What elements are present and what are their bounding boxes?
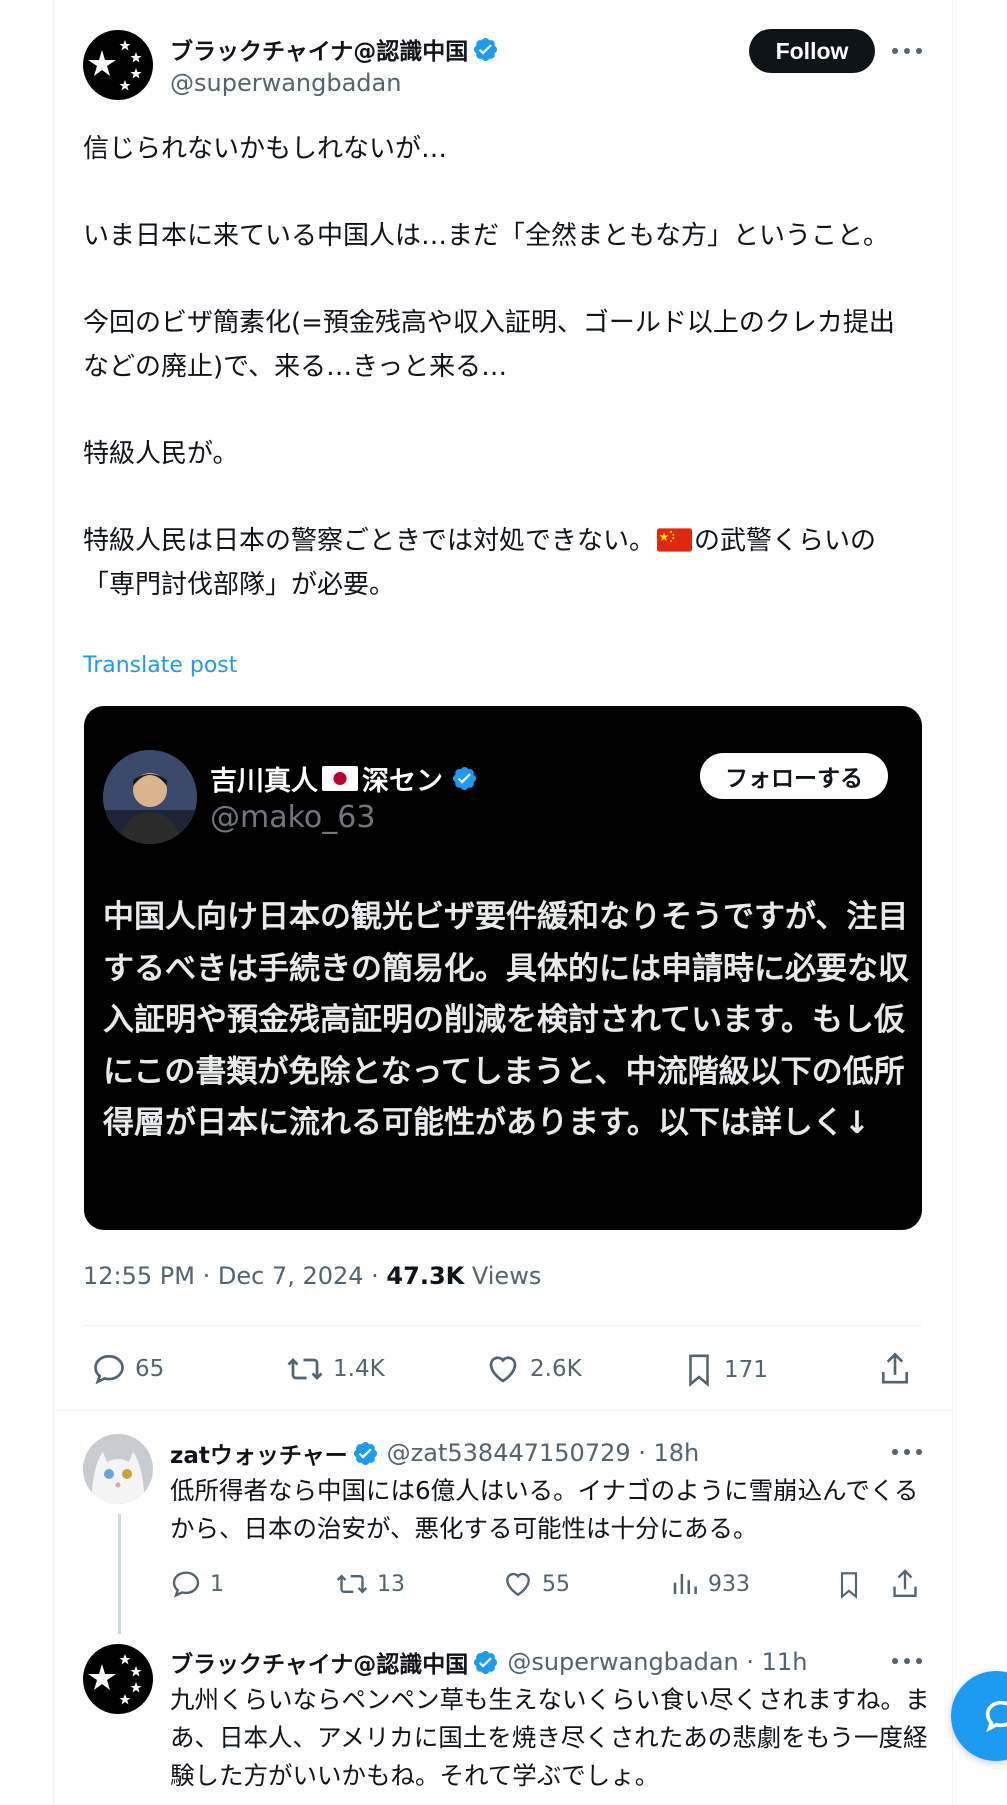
divider (83, 1325, 922, 1326)
bookmark-icon (689, 1354, 709, 1387)
views-icon (673, 1574, 697, 1594)
views-label: Views (464, 1262, 542, 1290)
reply-button[interactable]: 65 (91, 1351, 164, 1387)
author-name[interactable]: ブラックチャイナ@認識中国 (170, 32, 468, 66)
like-count: 55 (542, 1571, 570, 1597)
author-handle[interactable]: @superwangbadan (170, 69, 401, 97)
bookmark-button[interactable]: 171 (682, 1351, 768, 1389)
like-count: 2.6K (530, 1356, 582, 1382)
china-star-avatar-icon (88, 40, 142, 91)
embedded-name-part: 深セン (362, 766, 443, 797)
bookmark-button[interactable] (835, 1568, 863, 1602)
repost-button[interactable]: 13 (335, 1568, 405, 1600)
views-button[interactable]: 933 (670, 1568, 750, 1600)
views-count: 933 (708, 1571, 750, 1597)
reply-name-row[interactable]: zatウォッチャー @zat538447150729 · 18h (170, 1436, 699, 1470)
like-icon (489, 1356, 517, 1383)
compose-button[interactable] (951, 1671, 1007, 1761)
embedded-name-part: 吉川真人 (210, 766, 318, 797)
verified-badge-icon (353, 1441, 377, 1465)
repost-count: 13 (377, 1571, 405, 1597)
japan-flag-icon (322, 766, 358, 791)
post-paragraph: 特級人民は日本の警察ごときでは対処できない。 の武警くらいの「専門討伐部隊」が必要… (83, 519, 913, 607)
reply-button[interactable]: 1 (170, 1568, 224, 1600)
follow-button[interactable]: Follow (749, 29, 875, 73)
repost-icon (287, 1358, 323, 1380)
reply-name-row[interactable]: ブラックチャイナ@認識中国 @superwangbadan · 11h (170, 1645, 807, 1679)
china-flag-icon (657, 528, 693, 552)
repost-count: 1.4K (333, 1356, 385, 1382)
cat-photo-icon (83, 1434, 153, 1504)
reply-handle-time[interactable]: @zat538447150729 · 18h (387, 1439, 700, 1467)
post-text-segment: 特級人民は日本の警察ごときでは対処できない。 (83, 526, 656, 556)
post-timestamp: 12:55 PM · Dec 7, 2024 · 47.3K Views (83, 1262, 541, 1290)
reply-count: 65 (135, 1356, 165, 1382)
like-icon (506, 1572, 530, 1597)
divider (54, 1410, 951, 1411)
person-photo-icon (103, 750, 197, 844)
share-button[interactable] (889, 1567, 921, 1601)
verified-badge-icon (452, 766, 477, 791)
timestamp-text[interactable]: 12:55 PM · Dec 7, 2024 · (83, 1262, 386, 1290)
post-paragraph: 信じられないかもしれないが… (83, 134, 448, 164)
embedded-author-avatar[interactable] (103, 750, 197, 844)
author-avatar[interactable] (83, 30, 153, 100)
translate-post-link[interactable]: Translate post (83, 653, 237, 678)
post-text: 信じられないかもしれないが… いま日本に来ている中国人は…まだ「全然まともな方」… (83, 127, 913, 607)
embedded-author-name[interactable]: 吉川真人 深セン (210, 759, 478, 798)
thread-connector-line (118, 1514, 121, 1634)
embedded-follow-button[interactable]: フォローする (700, 753, 888, 799)
more-icon[interactable] (890, 1656, 924, 1666)
embedded-author-handle[interactable]: @mako_63 (210, 800, 375, 835)
repost-icon (336, 1574, 368, 1594)
post-paragraph: いま日本に来ている中国人は…まだ「全然まともな方」ということ。 (83, 221, 890, 251)
bookmark-icon (840, 1572, 858, 1599)
reply-author-avatar[interactable] (83, 1644, 153, 1714)
more-icon[interactable] (890, 1447, 924, 1457)
post-paragraph: 特級人民が。 (83, 439, 239, 469)
bookmark-count: 171 (724, 1357, 768, 1383)
repost-button[interactable]: 1.4K (285, 1351, 385, 1387)
share-icon (893, 1569, 917, 1597)
reply-text: 九州くらいならペンペン草も生えないくらい食い尽くされますね。まあ、日本人、アメリ… (170, 1685, 930, 1790)
reply-count: 1 (210, 1571, 224, 1597)
verified-badge-icon (474, 37, 498, 61)
author-name-row[interactable]: ブラックチャイナ@認識中国 (170, 32, 499, 66)
share-button[interactable] (877, 1350, 913, 1388)
reply-author-avatar[interactable] (83, 1434, 153, 1504)
reply-handle-time[interactable]: @superwangbadan · 11h (507, 1648, 807, 1676)
reply-author-name[interactable]: zatウォッチャー (170, 1436, 348, 1470)
reply-icon (172, 1571, 200, 1598)
embedded-post-text: 中国人向け日本の観光ビザ要件緩和なりそうですが、注目するべきは手続きの簡易化。具… (103, 899, 909, 1141)
like-button[interactable]: 2.6K (484, 1351, 582, 1387)
share-icon (881, 1352, 909, 1384)
post-paragraph: 今回のビザ簡素化(=預金残高や収入証明、ゴールド以上のクレカ提出などの廃止)で、… (83, 308, 895, 382)
reply-icon (94, 1354, 124, 1385)
more-icon[interactable] (890, 46, 924, 56)
reply-author-name[interactable]: ブラックチャイナ@認識中国 (170, 1645, 468, 1679)
reply-text: 低所得者なら中国には6億人はいる。イナゴのように雪崩込んでくるから、日本の治安が… (170, 1476, 919, 1543)
views-count: 47.3K (386, 1262, 465, 1290)
compose-icon (985, 1700, 1007, 1733)
china-star-avatar-icon (88, 1654, 142, 1705)
verified-badge-icon (474, 1650, 498, 1674)
like-button[interactable]: 55 (502, 1568, 570, 1600)
embedded-post-card[interactable]: 吉川真人 深セン @mako_63 フォローする 中国人向け日本の観光ビザ要件緩… (84, 706, 922, 1230)
